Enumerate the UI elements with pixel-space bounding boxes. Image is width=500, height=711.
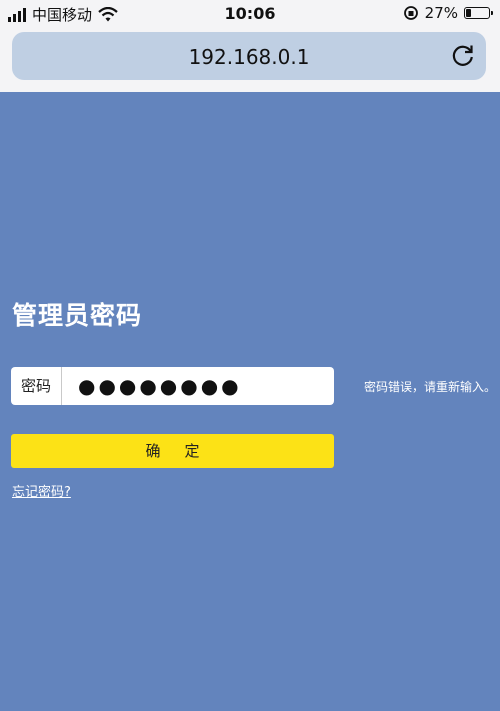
address-bar[interactable]: 192.168.0.1 <box>12 32 486 80</box>
page-title: 管理员密码 <box>12 301 143 330</box>
password-input[interactable]: ●●●●●●●● <box>62 367 334 405</box>
confirm-button[interactable]: 确定 <box>11 434 334 468</box>
browser-toolbar: 192.168.0.1 <box>0 28 500 92</box>
orientation-lock-icon <box>403 6 418 20</box>
password-label: 密码 <box>11 367 62 405</box>
forgot-password-link[interactable]: 忘记密码? <box>12 481 71 500</box>
reload-icon[interactable] <box>450 43 476 69</box>
error-message: 密码错误，请重新输入。 <box>364 380 497 394</box>
url-text: 192.168.0.1 <box>188 45 310 69</box>
status-bar: 中国移动 10:06 27% <box>0 0 500 28</box>
battery-percent: 27% <box>424 4 458 22</box>
password-field-group: 密码 ●●●●●●●● <box>11 367 334 405</box>
battery-icon <box>464 7 493 19</box>
